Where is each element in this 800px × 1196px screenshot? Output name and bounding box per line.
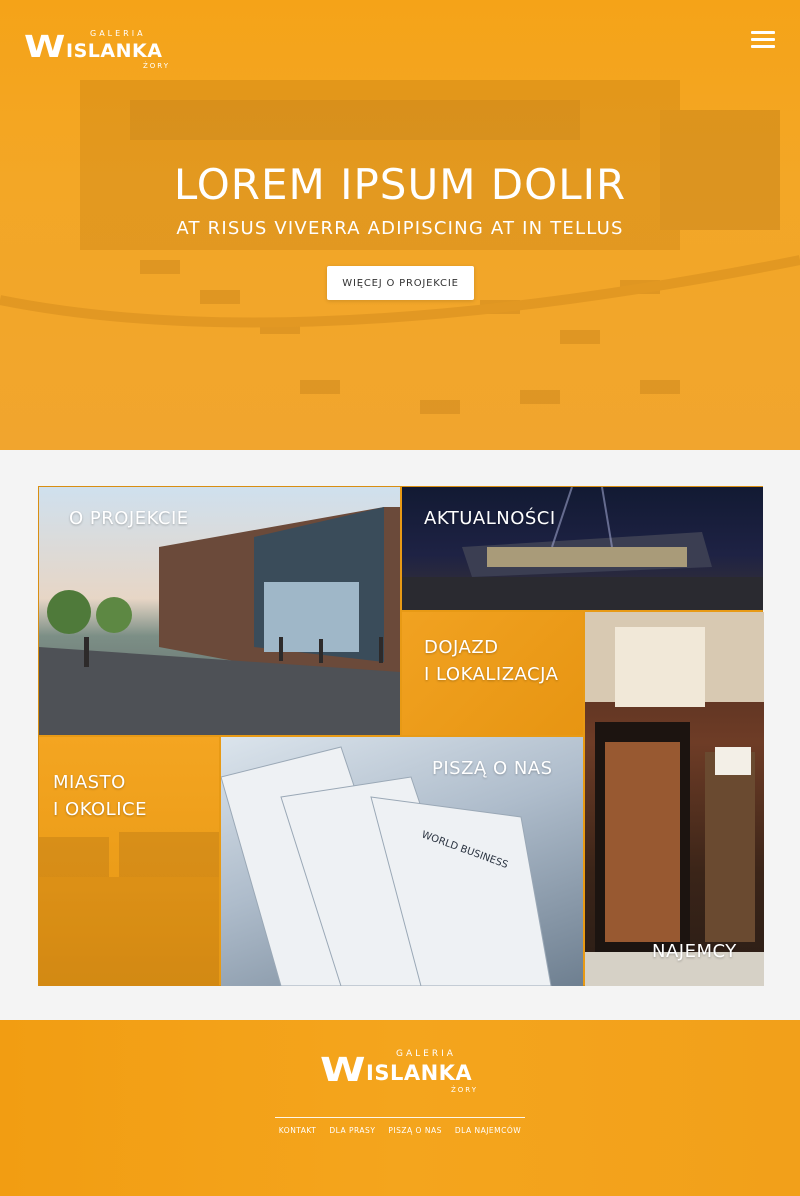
logo-name: ISLANKA [66, 40, 163, 62]
footer-logo[interactable]: W GALERIA ISLANKA ŻORY [320, 1048, 482, 1094]
tile-pisza-o-nas[interactable]: WORLD BUSINESS PISZĄ O NAS [221, 737, 583, 986]
tile-najemcy[interactable]: NAJEMCY [585, 612, 764, 986]
hero-title: LOREM IPSUM DOLIR [173, 160, 627, 209]
logo-mark: W [24, 30, 65, 65]
sections-grid: O PROJEKCIE AKTUALNOŚCI DOJAZD I LOKALIZ… [38, 486, 764, 986]
tile-label: DOJAZD I LOKALIZACJA [424, 637, 559, 685]
tile-dojazd-i-lokalizacja[interactable]: DOJAZD I LOKALIZACJA [402, 612, 583, 735]
footer-link-dla-prasy[interactable]: DLA PRASY [329, 1126, 375, 1135]
logo-name: ISLANKA [366, 1061, 473, 1085]
footer-nav: KONTAKT DLA PRASY PISZĄ O NAS DLA NAJEMC… [275, 1126, 525, 1135]
logo-city: ŻORY [143, 62, 170, 70]
tile-miasto-i-okolice[interactable]: MIASTO I OKOLICE [39, 737, 219, 986]
hamburger-menu-icon[interactable] [751, 31, 775, 49]
footer-link-pisza-o-nas[interactable]: PISZĄ O NAS [388, 1126, 441, 1135]
tile-o-projekcie[interactable]: O PROJEKCIE [39, 487, 400, 735]
more-about-project-button[interactable]: WIĘCEJ O PROJEKCIE [327, 266, 474, 300]
tile-label: NAJEMCY [652, 941, 737, 962]
hero-section: W GALERIA ISLANKA ŻORY LOREM IPSUM DOLIR… [0, 0, 800, 450]
logo-sub: GALERIA [396, 1049, 456, 1059]
logo-sub: GALERIA [90, 29, 146, 38]
logo-city: ŻORY [451, 1086, 478, 1094]
footer-divider [275, 1117, 525, 1118]
tile-label: AKTUALNOŚCI [424, 508, 556, 529]
hero-subtitle: AT RISUS VIVERRA ADIPISCING AT IN TELLUS [176, 218, 624, 239]
tile-aktualnosci[interactable]: AKTUALNOŚCI [402, 487, 763, 610]
logo-mark: W [320, 1050, 366, 1089]
footer: W GALERIA ISLANKA ŻORY KONTAKT DLA PRASY… [0, 1020, 800, 1196]
tile-label: O PROJEKCIE [69, 508, 189, 529]
shopping-arcade-photo [585, 612, 764, 986]
footer-link-kontakt[interactable]: KONTAKT [279, 1126, 317, 1135]
header-logo[interactable]: W GALERIA ISLANKA ŻORY [24, 28, 174, 70]
tile-label: MIASTO I OKOLICE [53, 772, 147, 820]
tile-label: PISZĄ O NAS [432, 758, 553, 779]
footer-link-dla-najemcow[interactable]: DLA NAJEMCÓW [455, 1126, 521, 1135]
